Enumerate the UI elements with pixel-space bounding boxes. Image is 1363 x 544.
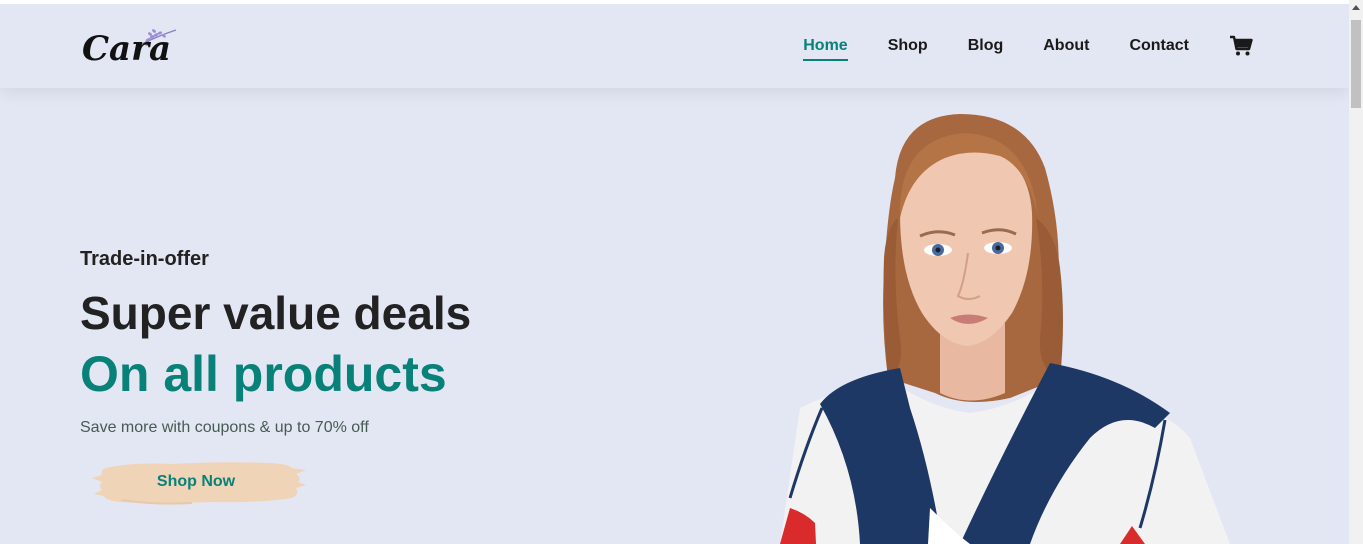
nav-link-contact[interactable]: Contact — [1129, 37, 1189, 54]
nav-link-blog[interactable]: Blog — [968, 37, 1004, 54]
page-viewport: Cara Home Shop Blog About Contact Trade-… — [0, 4, 1349, 544]
site-header: Cara Home Shop Blog About Contact — [0, 4, 1349, 88]
logo[interactable]: Cara — [80, 20, 180, 70]
hero-subtext: Save more with coupons & up to 70% off — [80, 419, 369, 436]
nav-item-blog: Blog — [968, 37, 1004, 55]
scroll-up-icon[interactable] — [1352, 5, 1360, 10]
nav-link-shop[interactable]: Shop — [888, 37, 928, 54]
scroll-thumb[interactable] — [1351, 20, 1361, 108]
hero-highlight: On all products — [80, 346, 447, 402]
shop-now-button[interactable]: Shop Now — [92, 458, 310, 506]
main-nav: Home Shop Blog About Contact — [763, 4, 1253, 88]
nav-item-contact: Contact — [1129, 37, 1189, 55]
nav-item-home: Home — [803, 37, 847, 55]
lavender-sprig-icon: Cara — [82, 29, 177, 69]
shop-now-label: Shop Now — [156, 473, 236, 490]
hero-headline: Super value deals — [80, 287, 472, 339]
nav-item-about: About — [1043, 37, 1089, 55]
hero-model-image — [780, 114, 1230, 544]
nav-link-home[interactable]: Home — [803, 37, 847, 54]
nav-item-shop: Shop — [888, 37, 928, 55]
hero-kicker: Trade-in-offer — [80, 248, 209, 270]
nav-link-about[interactable]: About — [1043, 37, 1089, 54]
cart-icon[interactable] — [1229, 35, 1253, 57]
hero-section: Trade-in-offer Super value deals On all … — [0, 88, 1349, 544]
nav-item-cart — [1229, 35, 1253, 57]
page-scrollbar[interactable] — [1349, 0, 1363, 544]
svg-text:Cara: Cara — [82, 29, 171, 69]
